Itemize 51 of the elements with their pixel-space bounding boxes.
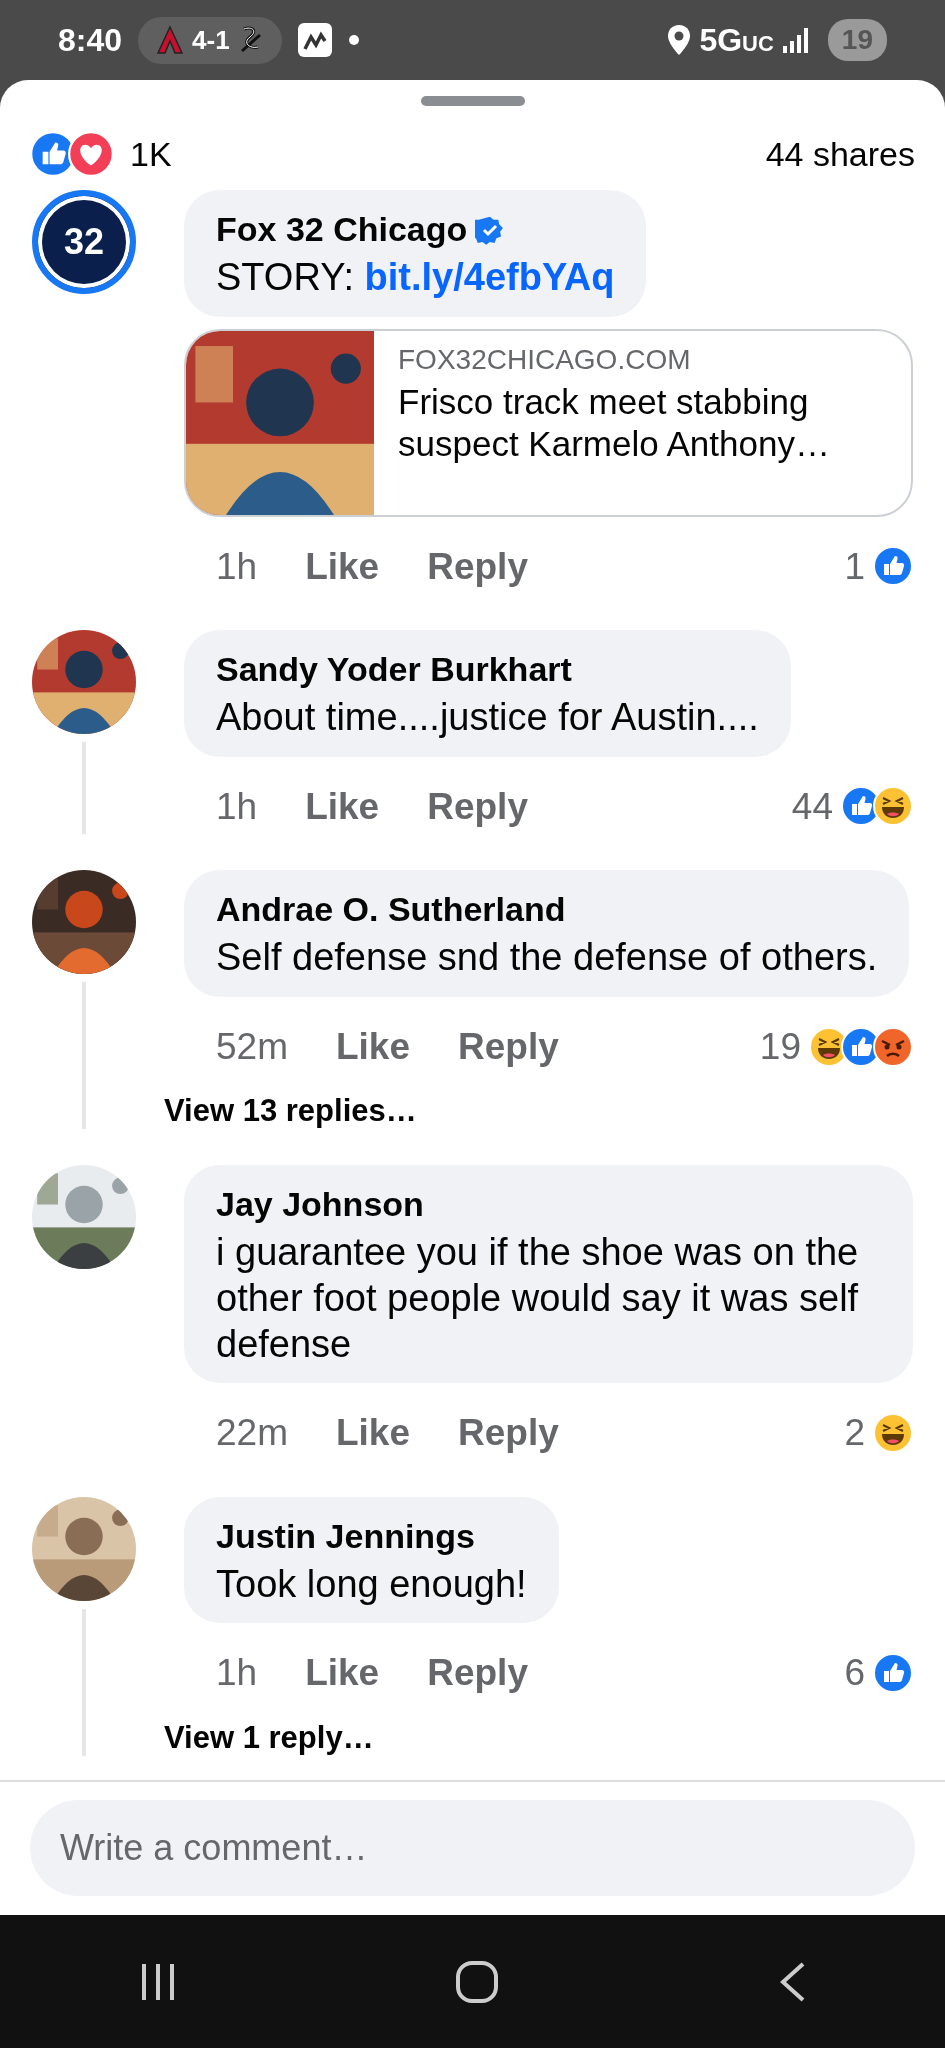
score-chip[interactable]: 4-1: [138, 16, 282, 64]
like-link[interactable]: Like: [305, 538, 380, 595]
page-logo[interactable]: 32: [32, 190, 136, 294]
author-name[interactable]: Sandy Yoder Burkhart: [216, 644, 572, 696]
battery-indicator: 19: [827, 19, 887, 61]
like-link[interactable]: Like: [336, 1405, 411, 1461]
comment-text: Took long enough!: [216, 1561, 527, 1607]
comment-time: 22m: [216, 1411, 288, 1456]
team-logo-icon: [156, 25, 185, 55]
author-name[interactable]: Andrae O. Sutherland: [216, 884, 566, 936]
reaction-count: 6: [844, 1651, 865, 1696]
network-label: 5GUC: [699, 21, 774, 60]
reply-link[interactable]: Reply: [458, 1018, 559, 1075]
view-replies-link[interactable]: View 13 replies…: [164, 1074, 417, 1130]
comment-text: STORY: bit.ly/4efbYAq: [216, 255, 615, 300]
share-count[interactable]: 44 shares: [765, 128, 915, 180]
comment-text: About time....justice for Austin....: [216, 695, 759, 741]
app-icon: [297, 23, 332, 57]
reaction-count: 2: [844, 1411, 865, 1456]
reaction-count: 44: [791, 784, 833, 829]
reply-link[interactable]: Reply: [427, 538, 528, 595]
comment-text: Self defense snd the defense of others.: [216, 935, 878, 981]
like-link[interactable]: Like: [305, 1645, 380, 1701]
comment-text: i guarantee you if the shoe was on the other foot people would say it was self defense: [216, 1230, 860, 1367]
reaction-count[interactable]: 1K: [130, 128, 172, 180]
reaction-count: 1: [844, 544, 865, 589]
reaction-count: 19: [759, 1024, 801, 1069]
clock-time: 8:40: [58, 21, 123, 60]
comment-time: 1h: [216, 784, 258, 829]
comment-time: 1h: [216, 1651, 258, 1696]
link-preview-card[interactable]: FOX32CHICAGO.COM Frisco track meet stabbing suspect Karmelo Anthony…: [184, 328, 913, 517]
comment-time: 1h: [216, 544, 258, 589]
like-link[interactable]: Like: [305, 778, 380, 835]
author-name[interactable]: Justin Jennings: [216, 1510, 475, 1562]
link-title: Frisco track meet stabbing suspect Karmelo Anthony…: [398, 380, 831, 465]
reply-link[interactable]: Reply: [458, 1405, 559, 1461]
notification-dot-icon: [347, 34, 360, 46]
comment-input-field[interactable]: Write a comment…: [30, 1800, 915, 1896]
reply-link[interactable]: Reply: [427, 778, 528, 835]
story-link[interactable]: bit.ly/4efbYAq: [364, 256, 615, 298]
like-link[interactable]: Like: [336, 1018, 411, 1075]
author-name[interactable]: Jay Johnson: [216, 1179, 424, 1231]
score-text: 4-1: [192, 23, 230, 57]
view-replies-link[interactable]: View 1 reply…: [164, 1700, 374, 1757]
location-icon: [667, 24, 692, 56]
comment-time: 52m: [216, 1024, 288, 1069]
reply-link[interactable]: Reply: [427, 1645, 528, 1701]
author-name[interactable]: Fox 32 Chicago: [216, 204, 468, 255]
link-domain: FOX32CHICAGO.COM: [398, 342, 692, 377]
drag-handle[interactable]: [420, 96, 525, 106]
home-icon[interactable]: [454, 1958, 501, 2005]
